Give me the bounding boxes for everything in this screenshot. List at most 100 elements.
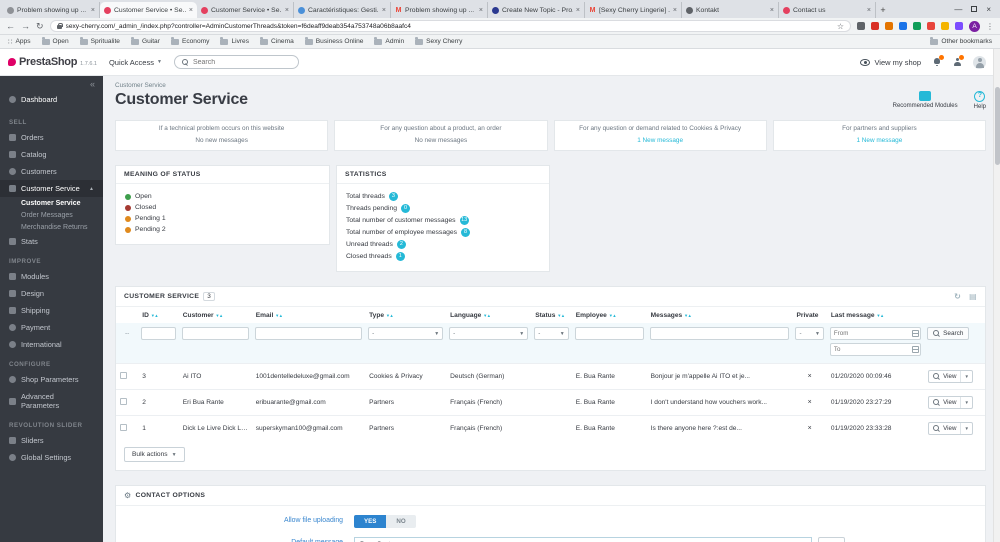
filter-status-select[interactable]: - ▼ [534, 327, 569, 340]
switch-no[interactable]: NO [386, 515, 416, 528]
new-tab-button[interactable]: + [876, 5, 890, 15]
back-icon[interactable]: ← [6, 21, 15, 31]
admin-search[interactable] [173, 55, 299, 69]
new-message-link[interactable]: 1 New message [561, 137, 760, 144]
bookmark-star-icon[interactable]: ☆ [837, 22, 844, 31]
bookmark-folder[interactable]: Open [41, 36, 69, 45]
help-button[interactable]: ? Help [974, 91, 986, 110]
language-select[interactable]: en▼ [818, 537, 845, 542]
view-button[interactable]: View ▼ [928, 396, 973, 409]
bookmark-folder[interactable]: Cinema [260, 36, 294, 45]
sort-icons[interactable]: ▼▲ [609, 313, 617, 318]
extension-icon[interactable] [885, 22, 893, 30]
browser-tab[interactable]: Caractéristiques: Gesti... × [294, 2, 391, 18]
column-header-employee[interactable]: Employee ▼▲ [572, 307, 647, 323]
filter-messages-input[interactable] [649, 327, 790, 340]
minimize-icon[interactable]: — [954, 5, 962, 14]
filter-date-to-input[interactable] [829, 343, 922, 356]
tab-close-icon[interactable]: × [770, 7, 774, 14]
filter-type-select[interactable]: - ▼ [368, 327, 444, 340]
browser-tab[interactable]: Customer Service • Se... × [197, 2, 294, 18]
view-button[interactable]: View ▼ [928, 370, 973, 383]
row-checkbox[interactable] [120, 398, 127, 405]
browser-tab-active[interactable]: Customer Service • Se... × [100, 2, 197, 18]
tab-close-icon[interactable]: × [91, 7, 95, 14]
sidebar-item-shop-parameters[interactable]: Shop Parameters [0, 371, 103, 388]
sidebar-item-payment[interactable]: Payment [0, 319, 103, 336]
filter-email-input[interactable] [254, 327, 363, 340]
extension-icon[interactable] [913, 22, 921, 30]
sidebar-item-orders[interactable]: Orders [0, 129, 103, 146]
tab-close-icon[interactable]: × [673, 7, 677, 14]
browser-menu-icon[interactable]: ⋮ [986, 22, 994, 31]
sidebar-item-advanced-parameters[interactable]: Advanced Parameters [0, 388, 103, 414]
address-bar[interactable]: sexy-cherry.com/_admin_/index.php?contro… [49, 20, 851, 32]
sidebar-item-stats[interactable]: Stats [0, 233, 103, 250]
apps-bookmark[interactable]: ∷ Apps [8, 38, 31, 46]
column-header-last-message[interactable]: Last message ▼▲ [827, 307, 924, 323]
column-header-email[interactable]: Email ▼▲ [252, 307, 365, 323]
bookmark-folder[interactable]: Admin [374, 36, 404, 45]
calendar-icon[interactable] [911, 330, 919, 337]
view-my-shop-link[interactable]: View my shop [860, 58, 921, 67]
browser-profile-avatar[interactable]: A [969, 20, 980, 32]
maximize-icon[interactable] [971, 6, 978, 12]
employee-avatar[interactable] [973, 55, 986, 69]
row-checkbox[interactable] [120, 424, 127, 431]
sidebar-item-customer-service[interactable]: Customer Service ▲ [0, 180, 103, 197]
column-header-type[interactable]: Type ▼▲ [365, 307, 446, 323]
other-bookmarks[interactable]: Other bookmarks [930, 36, 992, 45]
extension-icon[interactable] [941, 22, 949, 30]
view-dropdown-caret[interactable]: ▼ [960, 371, 971, 382]
sidebar-item-international[interactable]: International [0, 336, 103, 353]
extension-icon[interactable] [857, 22, 865, 30]
sidebar-item-dashboard[interactable]: Dashboard [0, 90, 103, 111]
sidebar-subitem-customer-service[interactable]: Customer Service [0, 197, 103, 209]
filter-employee-input[interactable] [574, 327, 644, 340]
view-dropdown-caret[interactable]: ▼ [960, 397, 971, 408]
sort-icons[interactable]: ▼▲ [151, 313, 159, 318]
scrollbar-thumb[interactable] [995, 87, 1000, 165]
filter-id-input[interactable] [141, 327, 176, 340]
sidebar-item-catalog[interactable]: Catalog [0, 146, 103, 163]
sort-icons[interactable]: ▼▲ [557, 313, 565, 318]
quick-access-dropdown[interactable]: Quick Access ▼ [109, 58, 162, 67]
notifications-bell[interactable] [933, 55, 944, 66]
default-message-textarea[interactable]: Dear Customer, [354, 537, 812, 542]
tab-close-icon[interactable]: × [479, 7, 483, 14]
browser-tab[interactable]: Kontakt × [682, 2, 779, 18]
customers-notifications[interactable] [953, 55, 964, 66]
sidebar-item-global-settings[interactable]: Global Settings [0, 449, 103, 466]
sort-icons[interactable]: ▼▲ [876, 313, 884, 318]
sidebar-item-sliders[interactable]: Sliders [0, 432, 103, 449]
sort-icons[interactable]: ▼▲ [483, 313, 491, 318]
tab-close-icon[interactable]: × [867, 7, 871, 14]
browser-tab[interactable]: Problem showing up ... × [3, 2, 100, 18]
bulk-actions-button[interactable]: Bulk actions ▼ [124, 447, 185, 462]
bookmark-folder[interactable]: Sexy Cherry [415, 36, 462, 45]
sidebar-item-shipping[interactable]: Shipping [0, 302, 103, 319]
column-header-messages[interactable]: Messages ▼▲ [647, 307, 793, 323]
bookmark-folder[interactable]: Economy [170, 36, 209, 45]
tab-close-icon[interactable]: × [382, 7, 386, 14]
refresh-icon[interactable]: ↻ [954, 292, 961, 301]
sidebar-subitem-order-messages[interactable]: Order Messages [0, 209, 103, 221]
filter-date-from-input[interactable] [829, 327, 922, 340]
search-input[interactable] [192, 58, 273, 66]
sort-icons[interactable]: ▼▲ [386, 313, 394, 318]
sidebar-item-customers[interactable]: Customers [0, 163, 103, 180]
search-button[interactable]: Search [927, 327, 970, 340]
view-button[interactable]: View ▼ [928, 422, 973, 435]
sort-icons[interactable]: ▼▲ [684, 313, 692, 318]
switch-yes[interactable]: YES [354, 515, 387, 528]
tab-close-icon[interactable]: × [285, 7, 289, 14]
prestashop-logo[interactable]: PrestaShop 1.7.6.1 [8, 56, 97, 68]
filter-private-select[interactable]: - ▼ [795, 327, 824, 340]
sort-icons[interactable]: ▼▲ [215, 313, 223, 318]
tab-close-icon[interactable]: × [189, 7, 193, 14]
tab-close-icon[interactable]: × [576, 7, 580, 14]
extension-icon[interactable] [899, 22, 907, 30]
calendar-icon[interactable] [911, 346, 919, 353]
bookmark-folder[interactable]: Business Online [304, 36, 363, 45]
reload-icon[interactable]: ↻ [36, 21, 44, 31]
